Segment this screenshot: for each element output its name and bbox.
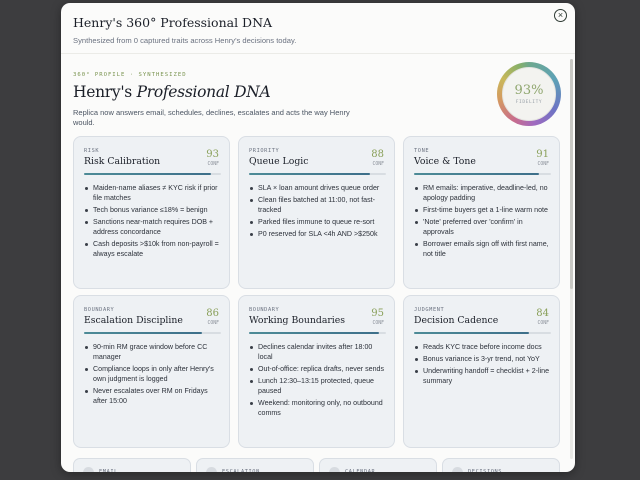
trait-card[interactable]: BOUNDARY Escalation Discipline 86 CONF 90-mi… [73, 295, 230, 448]
card-title: Risk Calibration [84, 156, 161, 167]
card-conf-label: CONF [372, 321, 384, 326]
card-conf-label: CONF [537, 321, 549, 326]
trait-item: RM emails: imperative, deadline-led, no … [414, 183, 552, 203]
card-score: 93 [206, 149, 219, 160]
card-title: Decision Cadence [414, 315, 499, 326]
trait-item: Underwriting handoff = checklist + 2-lin… [414, 366, 552, 386]
trait-item: Never escalates over RM on Fridays after… [84, 386, 222, 406]
channel-label: ESCALATION [222, 469, 260, 472]
card-score: 95 [371, 308, 384, 319]
trait-list: Reads KYC trace before income docs Bonus … [414, 342, 552, 388]
card-conf-label: CONF [372, 162, 384, 167]
confidence-bar [249, 173, 386, 175]
card-conf-label: CONF [207, 321, 219, 326]
trait-list: Maiden-name aliases ≠ KYC risk if prior … [84, 183, 222, 261]
card-score: 86 [206, 308, 219, 319]
trait-item: Sanctions near-match requires DOB + addr… [84, 217, 222, 237]
card-title: Escalation Discipline [84, 315, 183, 326]
confidence-bar-fill [249, 332, 380, 334]
confidence-bar [414, 173, 551, 175]
card-conf-label: CONF [207, 162, 219, 167]
card-conf-label: CONF [537, 162, 549, 167]
card-title: Working Boundaries [249, 315, 346, 326]
close-icon[interactable]: × [554, 9, 567, 22]
card-category: JUDGMENT [414, 307, 445, 313]
trait-item: Tech bonus variance ≤18% = benign [84, 205, 222, 215]
trait-item: Compliance loops in only after Henry's o… [84, 364, 222, 384]
channel-label: EMAIL [99, 469, 118, 472]
trait-item: Borrower emails sign off with first name… [414, 239, 552, 259]
trait-item: Maiden-name aliases ≠ KYC risk if prior … [84, 183, 222, 203]
confidence-bar [84, 332, 221, 334]
trait-item: Lunch 12:30–13:15 protected, queue pause… [249, 376, 387, 396]
trait-item: SLA × loan amount drives queue order [249, 183, 387, 193]
trait-item: Clean files batched at 11:00, not fast-t… [249, 195, 387, 215]
fidelity-ring: 93% FIDELITY [497, 62, 561, 126]
channel-icon [83, 467, 94, 472]
trait-item: Parked files immune to queue re-sort [249, 217, 387, 227]
card-score: 88 [371, 149, 384, 160]
trait-list: SLA × loan amount drives queue order Clea… [249, 183, 387, 241]
modal-header: Henry's 360° Professional DNA Synthesize… [61, 3, 575, 49]
fidelity-ring-center: 93% FIDELITY [502, 67, 556, 121]
card-category: RISK [84, 148, 100, 154]
confidence-bar [249, 332, 386, 334]
card-category: BOUNDARY [249, 307, 280, 313]
dna-modal: Henry's 360° Professional DNA Synthesize… [61, 3, 575, 472]
confidence-bar-fill [414, 332, 530, 334]
trait-item: 90-min RM grace window before CC manager [84, 342, 222, 362]
trait-item: Cash deposits >$10k from non-payroll = a… [84, 239, 222, 259]
fidelity-label: FIDELITY [515, 100, 543, 105]
channel-icon [206, 467, 217, 472]
trait-list: Declines calendar invites after 18:00 lo… [249, 342, 387, 420]
profile-eyebrow: 360° PROFILE · SYNTHESIZED [73, 72, 187, 78]
hero-description: Replica now answers email, schedules, de… [73, 108, 350, 127]
channel-label: CALENDAR [345, 469, 376, 472]
trait-card[interactable]: TONE Voice & Tone 91 CONF RM emails: imperat… [403, 136, 560, 289]
channel-card-escalation[interactable]: ESCALATION [196, 458, 314, 472]
trait-list: 90-min RM grace window before CC manager… [84, 342, 222, 408]
trait-item: Reads KYC trace before income docs [414, 342, 552, 352]
hero-title: Henry's Professional DNA [73, 83, 271, 101]
trait-card[interactable]: BOUNDARY Working Boundaries 95 CONF Declines… [238, 295, 395, 448]
card-title: Voice & Tone [414, 156, 476, 167]
confidence-bar-fill [414, 173, 539, 175]
channel-card-calendar[interactable]: CALENDAR [319, 458, 437, 472]
confidence-bar-fill [249, 173, 370, 175]
confidence-bar [84, 173, 221, 175]
trait-list: RM emails: imperative, deadline-led, no … [414, 183, 552, 261]
trait-card[interactable]: JUDGMENT Decision Cadence 84 CONF Reads KYC … [403, 295, 560, 448]
hero-title-plain: Henry's [73, 83, 137, 101]
trait-card[interactable]: PRIORITY Queue Logic 88 CONF SLA × loan amou… [238, 136, 395, 289]
trait-item: First-time buyers get a 1-line warm note [414, 205, 552, 215]
card-category: BOUNDARY [84, 307, 115, 313]
modal-subtitle: Synthesized from 0 captured traits acros… [73, 36, 297, 45]
card-score: 91 [536, 149, 549, 160]
card-title: Queue Logic [249, 156, 309, 167]
trait-item: Bonus variance is 3-yr trend, not YoY [414, 354, 552, 364]
scrollbar-thumb[interactable] [570, 59, 573, 289]
modal-title: Henry's 360° Professional DNA [73, 15, 273, 30]
divider [61, 53, 575, 54]
card-category: PRIORITY [249, 148, 280, 154]
confidence-bar-fill [84, 332, 202, 334]
channel-icon [329, 467, 340, 472]
card-score: 84 [536, 308, 549, 319]
card-category: TONE [414, 148, 430, 154]
channel-card-decisions[interactable]: DECISIONS [442, 458, 560, 472]
trait-item: Weekend: monitoring only, no outbound co… [249, 398, 387, 418]
trait-item: 'Note' preferred over 'confirm' in appro… [414, 217, 552, 237]
confidence-bar-fill [84, 173, 212, 175]
channel-label: DECISIONS [468, 469, 503, 472]
scrollbar[interactable] [570, 59, 573, 459]
trait-card[interactable]: RISK Risk Calibration 93 CONF Maiden-name al… [73, 136, 230, 289]
trait-item: Declines calendar invites after 18:00 lo… [249, 342, 387, 362]
fidelity-value: 93% [514, 83, 544, 98]
confidence-bar [414, 332, 551, 334]
trait-item: P0 reserved for SLA <4h AND >$250k [249, 229, 387, 239]
hero-title-italic: Professional DNA [136, 83, 271, 101]
channel-icon [452, 467, 463, 472]
trait-item: Out-of-office: replica drafts, never sen… [249, 364, 387, 374]
channel-card-email[interactable]: EMAIL [73, 458, 191, 472]
